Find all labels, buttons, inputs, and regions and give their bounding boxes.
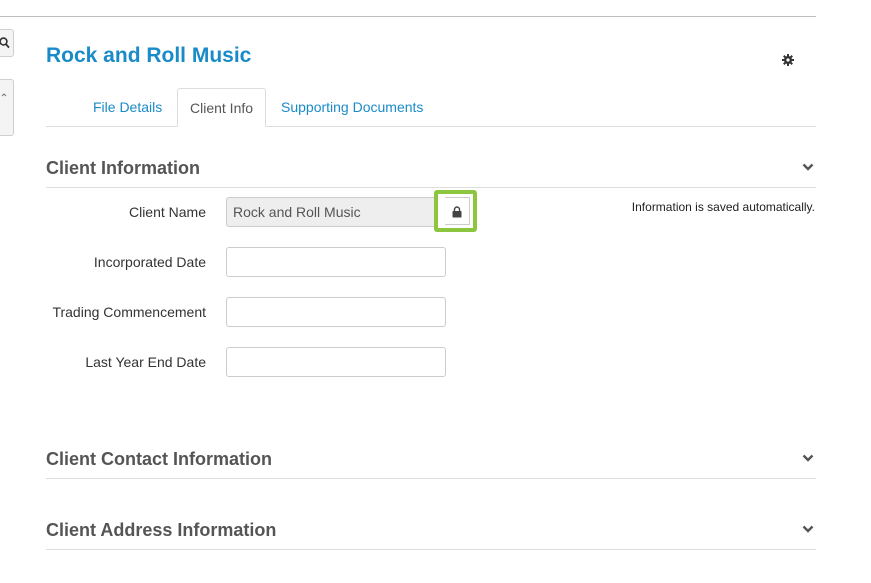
sidebar-collapse-button[interactable] xyxy=(0,79,14,136)
lock-button[interactable] xyxy=(445,197,470,225)
tab-file-details[interactable]: File Details xyxy=(81,88,174,126)
incorporated-date-field[interactable] xyxy=(226,247,446,277)
section-client-contact-information-header[interactable]: Client Contact Information xyxy=(46,438,816,479)
search-icon xyxy=(0,37,10,49)
section-title: Client Address Information xyxy=(46,520,277,540)
client-name-field[interactable] xyxy=(226,197,446,227)
autosave-note: Information is saved automatically. xyxy=(631,200,815,214)
tab-client-info[interactable]: Client Info xyxy=(177,88,267,127)
section-title: Client Contact Information xyxy=(46,449,272,469)
section-client-information-header[interactable]: Client Information xyxy=(46,147,816,188)
trading-commencement-label: Trading Commencement xyxy=(52,304,206,320)
page-title: Rock and Roll Music xyxy=(46,44,252,67)
chevron-icon xyxy=(1,93,7,97)
last-year-end-date-label: Last Year End Date xyxy=(85,354,206,370)
sidebar-search-button[interactable] xyxy=(0,29,14,57)
client-name-label: Client Name xyxy=(128,204,206,220)
trading-commencement-field[interactable] xyxy=(226,297,446,327)
gear-icon[interactable] xyxy=(781,53,795,67)
top-divider xyxy=(0,16,816,17)
incorporated-date-label: Incorporated Date xyxy=(93,254,206,270)
tab-bar: File Details Client Info Supporting Docu… xyxy=(46,88,816,127)
chevron-down-icon xyxy=(802,163,814,171)
tab-supporting-documents[interactable]: Supporting Documents xyxy=(269,88,435,126)
last-year-end-date-field[interactable] xyxy=(226,347,446,377)
section-client-address-information-header[interactable]: Client Address Information xyxy=(46,509,816,550)
section-title: Client Information xyxy=(46,158,200,178)
chevron-down-icon xyxy=(802,454,814,462)
lock-icon xyxy=(452,206,462,218)
chevron-down-icon xyxy=(802,525,814,533)
